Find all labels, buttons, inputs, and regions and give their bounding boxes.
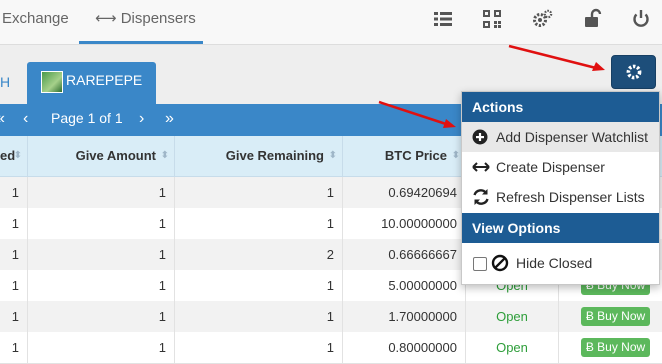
tab-rarepepe[interactable]: RAREPEPE [27, 62, 156, 104]
page-indicator: Page 1 of 1 [51, 110, 123, 126]
cell-ed: 1 [0, 332, 28, 363]
cell-ed: 1 [0, 270, 28, 301]
ban-icon [491, 248, 509, 278]
bitcoin-icon: Ƀ [585, 309, 598, 323]
actions-header: Actions [462, 92, 659, 122]
column-header-label: BTC Price [384, 148, 447, 163]
buy-now-label: Buy Now [597, 309, 646, 323]
column-header-label: Give Remaining [225, 148, 324, 163]
active-tab-indicator [79, 41, 203, 44]
annotation-arrowhead-settings [592, 62, 605, 71]
settings-button[interactable] [611, 55, 656, 89]
cell-give-remaining: 1 [175, 301, 343, 332]
cell-give-remaining: 1 [175, 177, 343, 208]
tab-rarepepe-label: RAREPEPE [66, 72, 143, 88]
column-header-btc-price[interactable]: BTC Price ⬍ [343, 136, 466, 176]
cell-ed: 1 [0, 301, 28, 332]
table-row: 1 1 1 0.80000000 Open Ƀ Buy Now [0, 332, 662, 364]
refresh-icon [472, 182, 490, 212]
menu-item-label: Refresh Dispenser Lists [496, 189, 645, 205]
cell-give-amount: 1 [28, 239, 175, 270]
first-page-button[interactable]: « [0, 104, 5, 133]
arrows-h-icon [472, 152, 490, 182]
column-header-ed[interactable]: ed ⬍ [0, 136, 28, 176]
refresh-dispenser-lists-item[interactable]: Refresh Dispenser Lists [462, 182, 659, 212]
cell-btc-price: 0.80000000 [343, 332, 466, 363]
bitcoin-icon: Ƀ [585, 340, 598, 354]
hide-closed-checkbox[interactable] [473, 257, 487, 271]
cogs-icon[interactable] [531, 8, 553, 30]
cell-give-amount: 1 [28, 208, 175, 239]
cell-give-remaining: 2 [175, 239, 343, 270]
last-page-button[interactable]: » [165, 104, 174, 133]
actions-dropdown: Actions Add Dispenser Watchlist Create D… [461, 91, 660, 285]
cell-status: Open [466, 332, 559, 363]
qrcode-icon[interactable] [481, 8, 503, 30]
cell-btc-price: 1.70000000 [343, 301, 466, 332]
buy-now-button[interactable]: Ƀ Buy Now [581, 338, 650, 357]
cell-give-remaining: 1 [175, 270, 343, 301]
nav-dispensers-text: Dispensers [120, 10, 196, 27]
create-dispenser-item[interactable]: Create Dispenser [462, 152, 659, 182]
cell-give-amount: 1 [28, 177, 175, 208]
plus-circle-icon [472, 122, 490, 152]
arrows-h-icon: ⟷ [95, 10, 117, 27]
view-options-header: View Options [462, 213, 659, 243]
cell-btc-price: 0.66666667 [343, 239, 466, 270]
tab-previous-label: H [0, 74, 11, 90]
nav-dispensers-label: ⟷ Dispensers [95, 0, 196, 38]
hide-closed-label: Hide Closed [516, 255, 593, 271]
menu-item-label: Create Dispenser [496, 159, 605, 175]
top-navbar: Exchange ⟷ Dispensers [0, 0, 662, 45]
cell-btc-price: 10.00000000 [343, 208, 466, 239]
column-header-give-amount[interactable]: Give Amount ⬍ [28, 136, 175, 176]
cell-btc-price: 0.69420694 [343, 177, 466, 208]
annotation-arrow-settings [508, 44, 597, 70]
column-header-give-remaining[interactable]: Give Remaining ⬍ [175, 136, 343, 176]
cell-give-amount: 1 [28, 270, 175, 301]
cell-give-amount: 1 [28, 301, 175, 332]
prev-page-button[interactable]: ‹ [23, 104, 28, 133]
sort-icon: ⬍ [451, 150, 460, 161]
hide-closed-option[interactable]: Hide Closed [462, 248, 659, 278]
cell-give-remaining: 1 [175, 208, 343, 239]
cell-give-amount: 1 [28, 332, 175, 363]
power-icon[interactable] [630, 8, 652, 30]
table-row: 1 1 1 1.70000000 Open Ƀ Buy Now [0, 301, 662, 333]
add-dispenser-watchlist-item[interactable]: Add Dispenser Watchlist [462, 122, 659, 152]
sort-icon: ⬍ [328, 150, 337, 161]
sort-icon: ⬍ [13, 150, 22, 161]
cell-ed: 1 [0, 208, 28, 239]
list-icon[interactable] [432, 8, 454, 30]
cell-status: Open [466, 301, 559, 332]
nav-dispensers[interactable]: ⟷ Dispensers [79, 0, 203, 44]
gear-icon [626, 64, 642, 80]
cell-btc-price: 5.00000000 [343, 270, 466, 301]
cell-ed: 1 [0, 239, 28, 270]
menu-item-label: Add Dispenser Watchlist [496, 129, 648, 145]
sort-icon: ⬍ [160, 150, 169, 161]
cell-ed: 1 [0, 177, 28, 208]
nav-exchange[interactable]: Exchange [2, 0, 69, 44]
nav-exchange-label: Exchange [2, 10, 69, 27]
cell-give-remaining: 1 [175, 332, 343, 363]
tab-previous-partial[interactable]: H [0, 67, 18, 103]
buy-now-label: Buy Now [597, 340, 646, 354]
buy-now-button[interactable]: Ƀ Buy Now [581, 307, 650, 326]
unlock-icon[interactable] [582, 8, 604, 30]
next-page-button[interactable]: › [139, 104, 144, 133]
asset-thumbnail-icon [41, 71, 63, 93]
column-header-label: Give Amount [75, 148, 156, 163]
